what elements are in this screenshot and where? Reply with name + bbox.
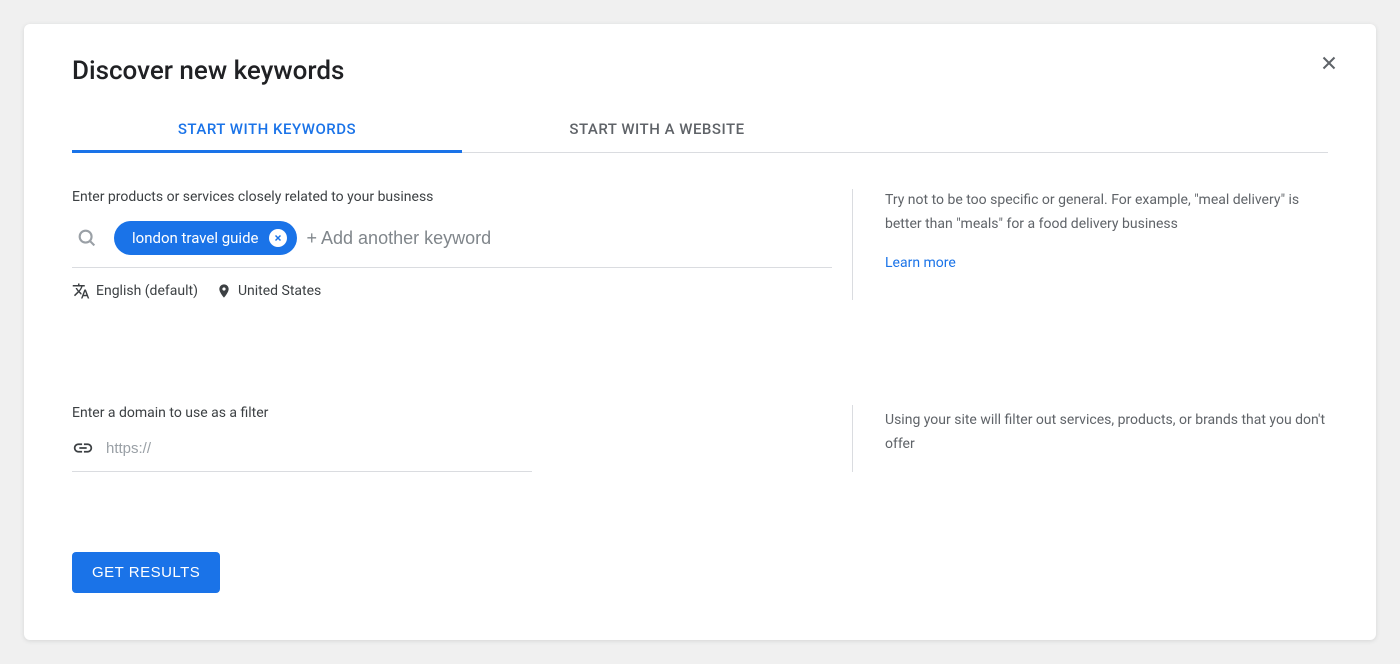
domain-tip-text: Using your site will filter out services… <box>885 409 1328 457</box>
dialog-title: Discover new keywords <box>72 56 1328 86</box>
link-icon <box>72 437 94 459</box>
language-label: English (default) <box>96 283 198 299</box>
keyword-chip-label: london travel guide <box>132 229 259 247</box>
search-icon <box>76 227 98 249</box>
get-results-button[interactable]: GET RESULTS <box>72 552 220 593</box>
language-selector[interactable]: English (default) <box>72 282 198 300</box>
domain-tip: Using your site will filter out services… <box>852 405 1328 472</box>
keyword-chip: london travel guide <box>114 221 297 255</box>
keyword-meta: English (default) United States <box>72 282 832 300</box>
keyword-planner-dialog: Discover new keywords START WITH KEYWORD… <box>24 24 1376 640</box>
location-selector[interactable]: United States <box>216 283 321 299</box>
keyword-input-row: london travel guide <box>72 221 832 268</box>
translate-icon <box>72 282 90 300</box>
tip-text: Try not to be too specific or general. F… <box>885 189 1328 237</box>
domain-left: Enter a domain to use as a filter <box>72 405 852 472</box>
tabs: START WITH KEYWORDS START WITH A WEBSITE <box>72 110 1328 153</box>
tab-website[interactable]: START WITH A WEBSITE <box>462 110 852 152</box>
keywords-row: Enter products or services closely relat… <box>72 189 1328 300</box>
close-icon <box>273 233 283 243</box>
add-keyword-input[interactable] <box>307 228 833 249</box>
learn-more-link[interactable]: Learn more <box>885 255 956 271</box>
domain-row: Enter a domain to use as a filter Using … <box>72 405 1328 472</box>
domain-input-row <box>72 437 532 472</box>
tab-keywords[interactable]: START WITH KEYWORDS <box>72 110 462 152</box>
domain-input[interactable] <box>106 440 532 457</box>
location-icon <box>216 283 232 299</box>
domain-label: Enter a domain to use as a filter <box>72 405 832 421</box>
keywords-tip: Try not to be too specific or general. F… <box>852 189 1328 300</box>
close-button[interactable] <box>1318 52 1340 74</box>
location-label: United States <box>238 283 321 299</box>
keywords-left: Enter products or services closely relat… <box>72 189 852 300</box>
chip-remove-button[interactable] <box>269 229 287 247</box>
close-icon <box>1318 52 1340 74</box>
keywords-label: Enter products or services closely relat… <box>72 189 832 205</box>
